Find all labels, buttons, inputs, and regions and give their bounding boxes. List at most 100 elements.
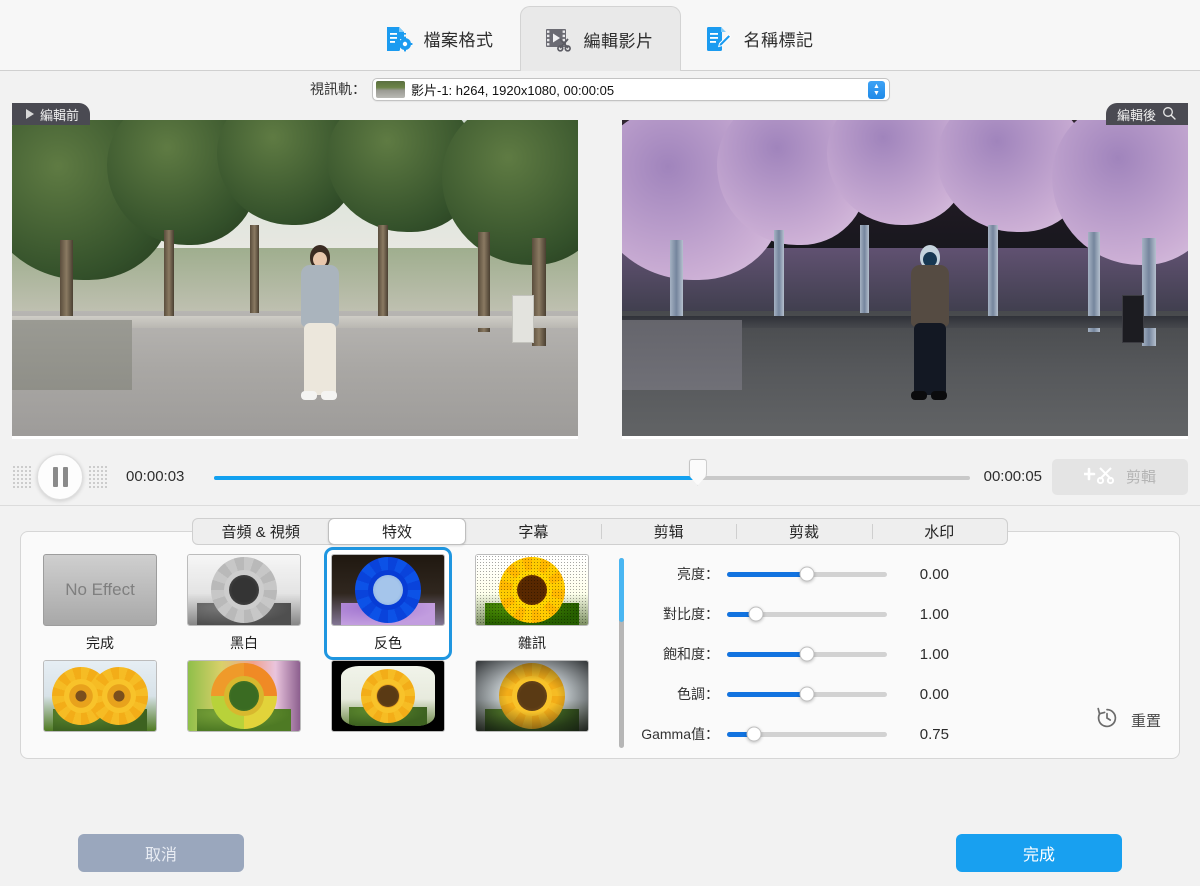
effect-label (475, 739, 589, 761)
cancel-button[interactable]: 取消 (78, 834, 244, 872)
effect-thumbnail-noise (475, 554, 589, 626)
reset-label: 重置 (1130, 713, 1161, 730)
dialog-footer: 取消 完成 (0, 820, 1200, 886)
contrast-slider[interactable] (727, 606, 887, 622)
tab-audio-video[interactable]: 音頻 & 視頻 (193, 519, 328, 544)
tab-name-tag[interactable]: 名稱標記 (681, 7, 840, 70)
slider-label: 飽和度： (663, 646, 719, 662)
transport-bar: 00:00:03 00:00:05 剪輯 (0, 448, 1200, 506)
slider-row-brightness: 亮度： 0.00 (637, 554, 1165, 594)
timeline-scrubber[interactable] (214, 457, 970, 497)
effect-label (331, 739, 445, 761)
slider-value: 0.75 (919, 725, 949, 743)
brightness-slider[interactable] (727, 566, 887, 582)
reset-button[interactable]: 重置 (1094, 705, 1161, 736)
tab-subtitle[interactable]: 字幕 (466, 519, 601, 544)
slider-label: 亮度： (677, 566, 719, 582)
slider-row-saturation: 飽和度： 1.00 (637, 634, 1165, 674)
effect-item-rainbow[interactable] (187, 660, 301, 761)
tab-effects[interactable]: 特效 (328, 518, 466, 545)
magnifier-icon[interactable] (1162, 106, 1176, 123)
after-label: 編輯後 (1116, 107, 1156, 123)
grip-dots-right (88, 464, 108, 489)
after-video-canvas[interactable] (622, 120, 1188, 439)
tab-list: 檔案格式 編輯影片 名稱標記 (361, 0, 840, 71)
editor-bottom-panel: 音頻 & 視頻 特效 字幕 剪辑 剪裁 水印 No Effect 完成 黑白 反… (0, 506, 1200, 759)
preview-before: 編輯前 (12, 103, 578, 441)
effects-panel: No Effect 完成 黑白 反色 雜訊 亮度： 0.00 對比度： 1.00… (20, 531, 1180, 759)
effect-label: 黑白 (230, 635, 258, 651)
effect-thumbnail-rainbow (187, 660, 301, 732)
pause-icon (52, 466, 58, 487)
saturation-slider[interactable] (727, 646, 887, 662)
edit-video-icon (543, 24, 573, 54)
slider-value: 1.00 (919, 645, 949, 663)
current-time: 00:00:03 (126, 468, 185, 485)
slider-value: 1.00 (919, 605, 949, 623)
video-track-label: 視訊軌： (310, 81, 366, 97)
effect-item-invert[interactable]: 反色 (324, 547, 452, 660)
tab-label: 名稱標記 (743, 31, 814, 50)
before-video-canvas[interactable] (12, 120, 578, 439)
effect-item-no-effect[interactable]: No Effect 完成 (43, 554, 157, 660)
tab-trim[interactable]: 剪辑 (600, 519, 736, 544)
effects-grid: No Effect 完成 黑白 反色 雜訊 (21, 547, 624, 761)
effect-thumbnail-no-effect: No Effect (43, 554, 157, 626)
after-badge: 編輯後 (1105, 103, 1188, 125)
slider-row-gamma: Gamma值： 0.75 (637, 714, 1165, 754)
top-tab-bar: 檔案格式 編輯影片 名稱標記 (0, 0, 1200, 71)
effect-thumbnail-invert (331, 554, 445, 626)
file-format-icon (383, 24, 413, 54)
pause-button[interactable] (37, 453, 83, 500)
effect-label: 反色 (374, 635, 402, 651)
effect-item-noise[interactable]: 雜訊 (475, 554, 589, 660)
preview-after: 編輯後 (622, 103, 1188, 441)
tab-label: 編輯影片 (583, 31, 654, 51)
total-time: 00:00:05 (983, 468, 1042, 485)
before-label: 編輯前 (40, 107, 80, 123)
playhead-handle[interactable] (688, 458, 707, 486)
tab-file-format[interactable]: 檔案格式 (361, 7, 520, 70)
video-track-select[interactable]: 影片-1: h264, 1920x1080, 00:00:05 ▲ ▼ (372, 77, 890, 101)
effect-label (43, 739, 157, 761)
tab-crop[interactable]: 剪裁 (736, 519, 871, 544)
slider-row-hue: 色調： 0.00 (637, 674, 1165, 714)
scrubber-fill (214, 475, 698, 480)
effect-label (187, 739, 301, 761)
add-scissors-icon (1082, 465, 1118, 489)
slider-label: 對比度： (663, 606, 719, 622)
name-tag-icon (703, 24, 733, 54)
effect-item-vignette[interactable] (475, 660, 589, 761)
slider-label: Gamma值： (641, 726, 719, 742)
done-button[interactable]: 完成 (956, 834, 1122, 872)
stepper-updown-icon[interactable]: ▲ ▼ (868, 80, 885, 99)
slider-value: 0.00 (919, 565, 949, 583)
video-track-value: 影片-1: h264, 1920x1080, 00:00:05 (411, 82, 615, 98)
play-triangle-icon (26, 109, 34, 119)
effect-thumbnail-mirror (43, 660, 157, 732)
effect-thumbnail-vignette (475, 660, 589, 732)
before-badge: 編輯前 (12, 103, 91, 125)
cut-label: 剪輯 (1125, 469, 1156, 486)
cut-button[interactable]: 剪輯 (1052, 458, 1188, 495)
effect-thumbnail-grayscale (187, 554, 301, 626)
effect-item-grayscale[interactable]: 黑白 (187, 554, 301, 660)
adjustment-sliders: 亮度： 0.00 對比度： 1.00 飽和度： 1.00 色調： 0.00 Ga… (607, 554, 1179, 758)
slider-value: 0.00 (919, 685, 949, 703)
grip-dots-left (12, 464, 32, 489)
effect-thumbnail-tv (331, 660, 445, 732)
tab-watermark[interactable]: 水印 (871, 519, 1007, 544)
effect-item-mirror[interactable] (43, 660, 157, 761)
effect-item-tv[interactable] (331, 660, 445, 761)
tab-edit-video[interactable]: 編輯影片 (519, 6, 681, 71)
slider-label: 色調： (677, 686, 719, 702)
pause-icon (62, 466, 68, 487)
gamma-slider[interactable] (727, 726, 887, 742)
tab-label: 檔案格式 (423, 31, 494, 50)
effect-label: 雜訊 (518, 635, 546, 651)
reset-clock-icon (1094, 705, 1120, 736)
hue-slider[interactable] (727, 686, 887, 702)
effect-label: 完成 (86, 635, 114, 651)
slider-row-contrast: 對比度： 1.00 (637, 594, 1165, 634)
effect-tab-bar: 音頻 & 視頻 特效 字幕 剪辑 剪裁 水印 (192, 518, 1008, 545)
